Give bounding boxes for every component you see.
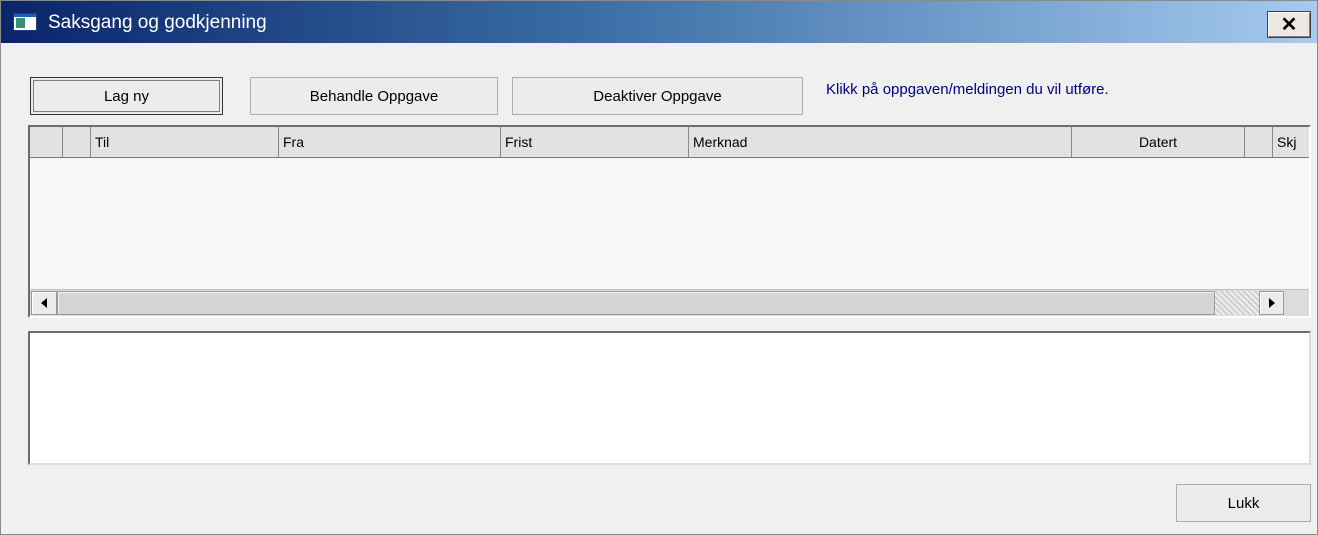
title-bar[interactable]: Saksgang og godkjenning ✕ — [1, 1, 1317, 43]
dialog-window: Saksgang og godkjenning ✕ Lag ny Behandl… — [0, 0, 1318, 535]
horizontal-scrollbar[interactable] — [30, 289, 1309, 316]
arrow-left-icon[interactable] — [31, 291, 57, 315]
process-task-button[interactable]: Behandle Oppgave — [250, 77, 498, 115]
column-header-indicator[interactable] — [30, 127, 63, 157]
instruction-text: Klikk på oppgaven/meldingen du vil utfør… — [826, 81, 1109, 98]
detail-text-area[interactable] — [28, 331, 1311, 465]
arrow-right-icon[interactable] — [1259, 291, 1284, 315]
window-app-icon — [13, 13, 37, 31]
column-header-blank[interactable] — [1245, 127, 1273, 157]
new-button[interactable]: Lag ny — [30, 77, 223, 115]
column-header-fra[interactable]: Fra — [279, 127, 501, 157]
close-button[interactable]: Lukk — [1176, 484, 1311, 522]
close-icon[interactable]: ✕ — [1267, 11, 1311, 38]
column-header-skj[interactable]: Skj — [1273, 127, 1309, 157]
deactivate-task-button[interactable]: Deaktiver Oppgave — [512, 77, 803, 115]
task-grid[interactable]: Til Fra Frist Merknad Datert Skj — [28, 125, 1311, 318]
column-header-flag[interactable] — [63, 127, 91, 157]
column-header-til[interactable]: Til — [91, 127, 279, 157]
column-header-merknad[interactable]: Merknad — [689, 127, 1072, 157]
column-header-frist[interactable]: Frist — [501, 127, 689, 157]
window-title: Saksgang og godkjenning — [48, 12, 267, 33]
grid-header: Til Fra Frist Merknad Datert Skj — [30, 127, 1309, 158]
scroll-thumb[interactable] — [57, 291, 1215, 315]
scroll-track[interactable] — [1215, 291, 1259, 315]
column-header-datert[interactable]: Datert — [1072, 127, 1245, 157]
